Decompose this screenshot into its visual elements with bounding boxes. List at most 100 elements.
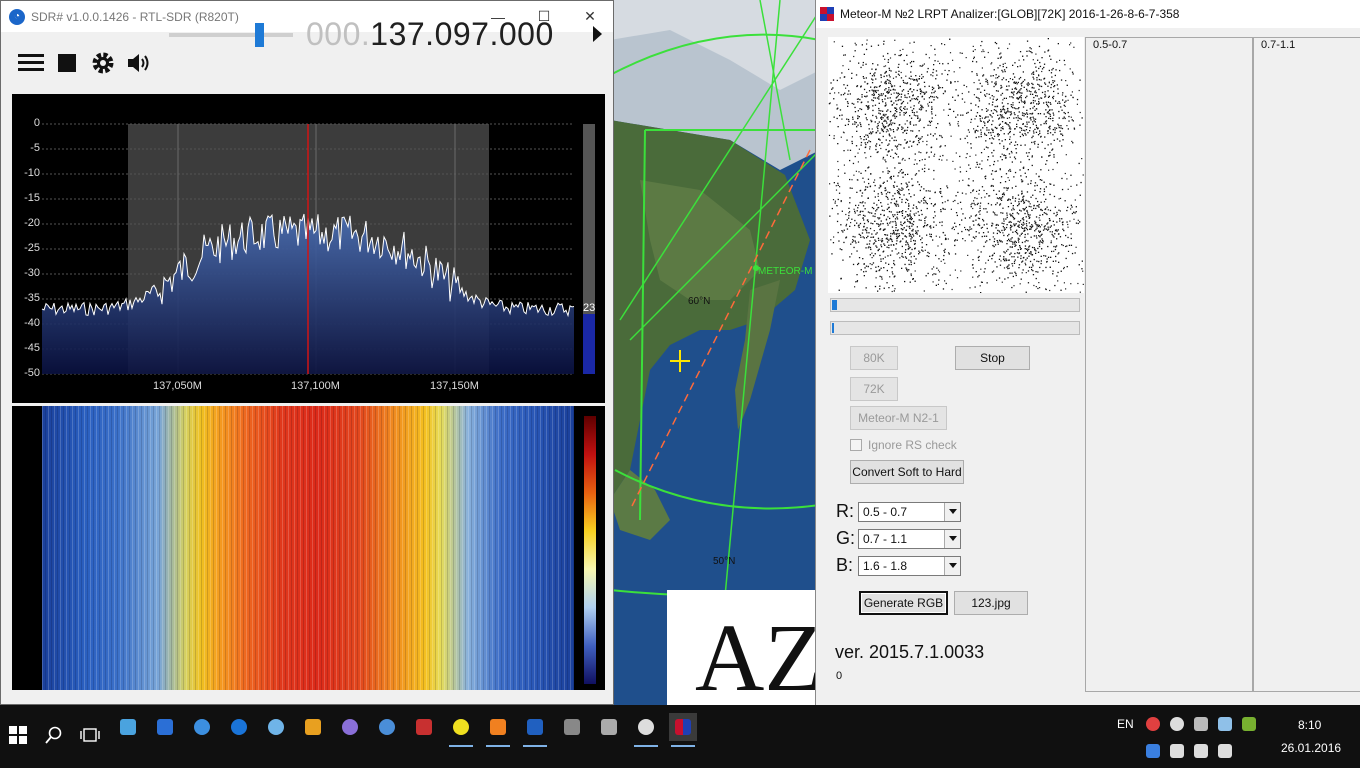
- sphere-app-icon[interactable]: [373, 713, 401, 741]
- r-channel-row: R: 0.5 - 0.7: [836, 501, 961, 522]
- az-text: AZ: [695, 604, 820, 706]
- y-tick-label: -30: [24, 267, 40, 279]
- network-app-icon[interactable]: [262, 713, 290, 741]
- spectrum-analyzer[interactable]: 0 -5 -10 -15 -20 -25 -30 -35 -40 -45 -50 137,050M 1…: [12, 94, 605, 403]
- generate-rgb-button[interactable]: Generate RGB: [859, 591, 948, 615]
- clapper-app-icon[interactable]: [595, 713, 623, 741]
- waterfall-color-scale: [584, 416, 596, 684]
- chevron-down-icon[interactable]: [944, 556, 960, 575]
- stop-button[interactable]: Stop: [955, 346, 1030, 370]
- volume-slider-thumb[interactable]: [255, 23, 265, 47]
- meteor-title: Meteor-M №2 LRPT Analizer:[GLOB][72K] 20…: [840, 7, 1180, 21]
- menu-icon[interactable]: [17, 49, 45, 77]
- chevron-down-icon[interactable]: [944, 502, 960, 521]
- frequency-display[interactable]: 000.137.097.000: [306, 16, 554, 53]
- task-view-icon[interactable]: [76, 721, 104, 749]
- waterfall-noise: [42, 406, 574, 690]
- x-tick-label: 137,100M: [291, 380, 340, 392]
- volume-slider-track[interactable]: [169, 33, 293, 37]
- y-tick-label: -15: [24, 192, 40, 204]
- gear-icon[interactable]: [89, 49, 117, 77]
- map-label-lat50: 50°N: [713, 556, 736, 567]
- snr-meter-fill: [583, 314, 595, 374]
- photo-app-icon[interactable]: [558, 713, 586, 741]
- speaker-icon[interactable]: [125, 49, 153, 77]
- az-overlay: AZ: [667, 590, 820, 705]
- clock-date[interactable]: 26.01.2016: [1281, 741, 1341, 755]
- globe-app-icon[interactable]: [188, 713, 216, 741]
- b-channel-value: 1.6 - 1.8: [863, 558, 908, 573]
- ignore-rs-checkbox[interactable]: Ignore RS check: [850, 438, 957, 452]
- tray-app-icon-1[interactable]: [1146, 717, 1160, 731]
- map-label-satellite: METEOR-M: [758, 266, 813, 277]
- 80k-button[interactable]: 80K: [850, 346, 898, 370]
- constellation-plot: [828, 38, 1084, 294]
- b-channel-select[interactable]: 1.6 - 1.8: [858, 555, 961, 576]
- language-indicator[interactable]: EN: [1117, 717, 1134, 731]
- stop-icon[interactable]: [53, 49, 81, 77]
- mail-app-icon[interactable]: [299, 713, 327, 741]
- tray-app-icon-4[interactable]: [1218, 717, 1232, 731]
- volume-icon[interactable]: [1218, 744, 1232, 758]
- y-tick-label: -25: [24, 242, 40, 254]
- calculator-app-icon[interactable]: [410, 713, 438, 741]
- r-channel-select[interactable]: 0.5 - 0.7: [858, 501, 961, 522]
- network-icon[interactable]: [1194, 744, 1208, 758]
- b-channel-label: B:: [836, 555, 854, 575]
- y-tick-label: -35: [24, 292, 40, 304]
- edge-browser-icon[interactable]: [225, 713, 253, 741]
- close-button[interactable]: ✕: [567, 1, 613, 32]
- chevron-down-icon[interactable]: [944, 529, 960, 548]
- progress-bar-1: [830, 298, 1080, 312]
- save-jpg-button[interactable]: 123.jpg: [954, 591, 1028, 615]
- packet-counter: 0: [836, 670, 843, 682]
- ghost-app-icon[interactable]: [336, 713, 364, 741]
- y-tick-label: -5: [30, 142, 40, 154]
- channel-panel-2: 0.7-1.1: [1253, 37, 1360, 692]
- ignore-rs-checkbox-box[interactable]: [850, 439, 862, 451]
- sdr-logo-icon: ◔: [9, 8, 25, 25]
- usb-icon[interactable]: [1170, 744, 1184, 758]
- frequency-main: 137.097.000: [370, 16, 554, 52]
- bluetooth-icon[interactable]: [1146, 744, 1160, 758]
- g-channel-select[interactable]: 0.7 - 1.1: [858, 528, 961, 549]
- meteor-title-bar[interactable]: Meteor-M №2 LRPT Analizer:[GLOB][72K] 20…: [816, 0, 1360, 28]
- convert-soft-to-hard-button[interactable]: Convert Soft to Hard: [850, 460, 964, 484]
- y-tick-label: -45: [24, 342, 40, 354]
- clock-time[interactable]: 8:10: [1298, 718, 1321, 732]
- spectrum-plot: [41, 123, 595, 375]
- channel-panel-2-label: 0.7-1.1: [1261, 39, 1296, 51]
- expand-arrow-icon[interactable]: [593, 26, 602, 42]
- r-channel-label: R:: [836, 501, 854, 521]
- nvidia-icon[interactable]: [1242, 717, 1256, 731]
- 72k-button[interactable]: 72K: [850, 377, 898, 401]
- orbitron-app-icon[interactable]: [521, 713, 549, 747]
- progress-bar-2: [830, 321, 1080, 335]
- taskbar: EN 8:10 26.01.2016: [0, 705, 1360, 768]
- r-channel-value: 0.5 - 0.7: [863, 504, 908, 519]
- sdr-app-icon[interactable]: [632, 713, 660, 747]
- g-channel-value: 0.7 - 1.1: [863, 531, 908, 546]
- b-channel-row: B: 1.6 - 1.8: [836, 555, 961, 576]
- meteor-logo-icon: [820, 7, 834, 21]
- map-label-lat60: 60°N: [688, 296, 711, 307]
- document-app-icon[interactable]: [151, 713, 179, 741]
- meteor-window: Meteor-M №2 LRPT Analizer:[GLOB][72K] 20…: [815, 0, 1360, 705]
- search-icon[interactable]: [40, 721, 68, 749]
- ignore-rs-label: Ignore RS check: [868, 438, 957, 452]
- waterfall-display[interactable]: [12, 406, 605, 690]
- yellow-ball-app-icon[interactable]: [447, 713, 475, 747]
- tray-satellite-icon[interactable]: [1194, 717, 1208, 731]
- computer-app-icon[interactable]: [114, 713, 142, 741]
- version-label: ver. 2015.7.1.0033: [835, 642, 985, 662]
- meteor-app-icon[interactable]: [669, 713, 697, 747]
- windows-start-icon[interactable]: [4, 721, 32, 749]
- y-tick-label: -20: [24, 217, 40, 229]
- progress-bar-2-fill: [832, 323, 835, 333]
- meteor-n2-1-button[interactable]: Meteor-M N2-1: [850, 406, 947, 430]
- y-tick-label: -40: [24, 317, 40, 329]
- satellite-app-icon[interactable]: [484, 713, 512, 747]
- g-channel-label: G:: [836, 528, 856, 548]
- channel-panel-1-label: 0.5-0.7: [1093, 39, 1128, 51]
- tray-app-icon-2[interactable]: [1170, 717, 1184, 731]
